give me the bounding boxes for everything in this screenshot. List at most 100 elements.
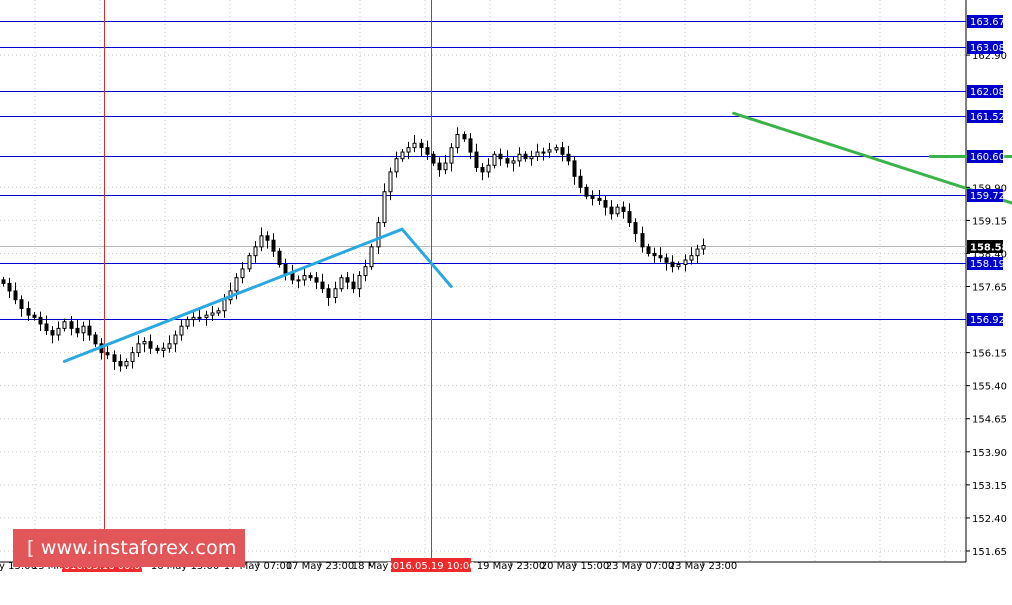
candle xyxy=(283,258,288,281)
candle xyxy=(118,354,123,372)
candle xyxy=(308,272,313,281)
candle-body xyxy=(326,288,331,299)
candle xyxy=(597,189,602,205)
candle xyxy=(695,244,700,265)
candle xyxy=(1,276,6,287)
candle-body xyxy=(640,233,645,248)
candle xyxy=(627,203,632,228)
candle-body xyxy=(69,321,74,329)
candle-body xyxy=(676,263,681,268)
candle xyxy=(167,335,172,353)
price-tick-label: 156.15 xyxy=(972,349,1007,360)
level-price-label: 163.67 xyxy=(970,17,1005,28)
candle-body xyxy=(112,354,117,362)
candle-body xyxy=(271,239,276,252)
candle-body xyxy=(541,151,546,154)
candle-body xyxy=(216,310,221,314)
candle-body xyxy=(480,166,485,173)
candle-body xyxy=(412,142,417,149)
candle xyxy=(670,255,675,273)
candle-body xyxy=(584,186,589,197)
pattern-line xyxy=(400,227,453,288)
candle xyxy=(112,350,117,370)
price-tick-label: 153.90 xyxy=(972,448,1007,459)
candle-body xyxy=(204,314,209,318)
candle-body xyxy=(388,171,393,193)
candle-body xyxy=(474,151,479,168)
candle xyxy=(216,307,221,317)
candle-body xyxy=(333,288,338,299)
candle-body xyxy=(247,255,252,270)
candle-body xyxy=(363,266,368,276)
current-price-label: 158.58 xyxy=(970,243,1009,254)
candle xyxy=(615,204,620,217)
candle-body xyxy=(468,138,473,153)
pattern-line xyxy=(62,227,404,363)
candle xyxy=(179,319,184,341)
candle-body xyxy=(492,153,497,166)
candle xyxy=(93,331,98,347)
time-tick-label: 17 May 23:00 xyxy=(286,561,355,572)
candle-body xyxy=(554,147,559,151)
candle-body xyxy=(658,255,663,259)
level-price-label: 160.60 xyxy=(970,152,1005,163)
candle xyxy=(7,277,12,298)
candle xyxy=(633,218,638,242)
candle xyxy=(259,227,264,252)
candle xyxy=(505,150,510,168)
price-tick-label: 157.65 xyxy=(972,283,1007,294)
candle-body xyxy=(197,316,202,319)
candle-body xyxy=(38,316,43,325)
candle xyxy=(142,337,147,353)
candle xyxy=(572,156,577,185)
candle xyxy=(26,301,31,321)
candle xyxy=(191,311,196,327)
time-tick-label: 23 May 23:00 xyxy=(669,561,738,572)
candle-body xyxy=(609,206,614,215)
candle-body xyxy=(1,279,6,284)
candle-body xyxy=(339,277,344,290)
candle-body xyxy=(357,274,362,290)
candle-body xyxy=(50,330,55,336)
candle-body xyxy=(695,248,700,257)
candle xyxy=(394,151,399,178)
candle xyxy=(535,143,540,161)
candle xyxy=(658,247,663,263)
candle xyxy=(603,196,608,216)
candle-body xyxy=(265,235,270,241)
candle xyxy=(584,184,589,200)
time-tick-label: 18 May xyxy=(352,561,389,572)
candle xyxy=(81,321,86,342)
candle xyxy=(296,275,301,289)
candle xyxy=(560,141,565,162)
candle xyxy=(511,156,516,172)
candle xyxy=(173,330,178,353)
candle xyxy=(44,315,49,335)
candle xyxy=(302,268,307,286)
candle-body xyxy=(26,308,31,316)
candle xyxy=(547,142,552,158)
candle-body xyxy=(75,327,80,334)
candle xyxy=(62,318,67,332)
candle-body xyxy=(179,325,184,336)
candle xyxy=(468,133,473,160)
candle xyxy=(474,143,479,172)
candle xyxy=(363,259,368,282)
candle-body xyxy=(627,211,632,224)
level-price-label: 158.19 xyxy=(970,259,1005,270)
candle-body xyxy=(505,158,510,164)
candle xyxy=(566,145,571,166)
candle-body xyxy=(234,277,239,292)
candle-body xyxy=(124,360,129,367)
candle-body xyxy=(277,250,282,265)
candle-body xyxy=(222,299,227,312)
candle-body xyxy=(646,246,651,254)
time-tick-label: 2016.05.19 10:00 xyxy=(386,561,475,572)
candle xyxy=(492,151,497,169)
candle xyxy=(148,334,153,354)
candle-body xyxy=(443,162,448,171)
candle xyxy=(56,321,61,341)
time-tick-label: 23 May 07:00 xyxy=(606,561,675,572)
candle-body xyxy=(142,341,147,345)
candle xyxy=(240,261,245,284)
